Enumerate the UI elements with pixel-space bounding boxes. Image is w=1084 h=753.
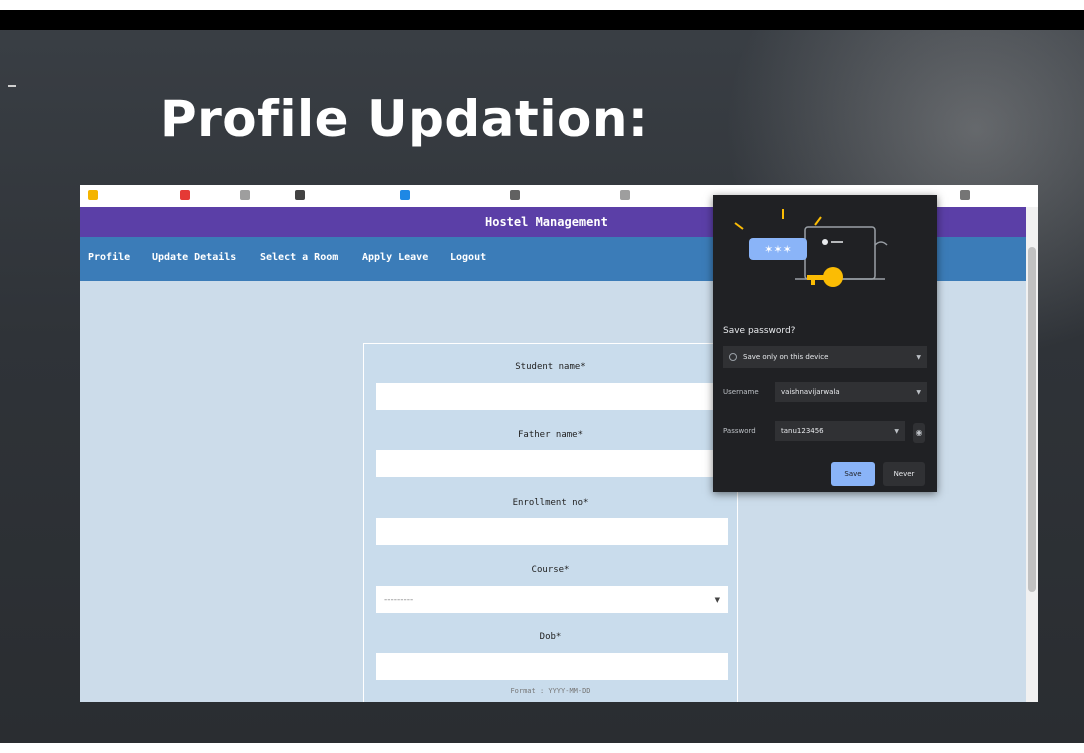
save-password-popup: ✶✶✶ Save password? Save only on this dev… — [713, 195, 937, 492]
username-label: Username — [723, 388, 759, 396]
never-button[interactable]: Never — [883, 462, 925, 486]
chevron-down-icon: ▼ — [894, 427, 899, 435]
dob-format-hint: Format : YYYY-MM-DD — [510, 687, 591, 695]
svg-text:✶✶✶: ✶✶✶ — [764, 243, 792, 256]
popup-title: Save password? — [723, 326, 796, 336]
nav-select-room[interactable]: Select a Room — [260, 252, 338, 263]
nav-update-details[interactable]: Update Details — [152, 252, 236, 263]
enrollment-no-input[interactable] — [376, 518, 728, 545]
course-select[interactable]: --------- ▼ — [376, 586, 728, 613]
profile-form: Student name* Father name* Enrollment no… — [363, 343, 738, 702]
dob-label: Dob* — [539, 632, 562, 642]
show-password-eye-icon[interactable]: ◉ — [913, 423, 925, 443]
password-field[interactable]: tanu123456 ▼ — [775, 421, 905, 441]
nav-profile[interactable]: Profile — [88, 252, 130, 263]
device-icon — [729, 353, 737, 361]
nav-logout[interactable]: Logout — [450, 252, 486, 263]
save-password-button[interactable]: Save — [831, 462, 875, 486]
chevron-down-icon: ▼ — [916, 388, 921, 396]
chevron-down-icon: ▼ — [714, 595, 720, 604]
enrollment-no-label: Enrollment no* — [512, 498, 589, 508]
chevron-down-icon: ▼ — [916, 353, 921, 361]
scrollbar-thumb[interactable] — [1028, 247, 1036, 592]
password-illustration-icon: ✶✶✶ — [734, 209, 888, 287]
course-selected-value: --------- — [384, 594, 414, 605]
username-value: vaishnavijarwala — [781, 388, 840, 396]
dob-input[interactable] — [376, 653, 728, 680]
slide-edge-mark — [8, 85, 16, 87]
father-name-input[interactable] — [376, 450, 728, 477]
page-scrollbar[interactable] — [1026, 207, 1038, 702]
bottom-strip — [0, 743, 1084, 753]
bookmark-icon[interactable] — [240, 190, 253, 200]
bookmark-icon[interactable] — [400, 190, 413, 200]
student-name-input[interactable] — [376, 383, 728, 410]
password-label: Password — [723, 427, 756, 435]
password-value: tanu123456 — [781, 427, 824, 435]
slide-top-bar — [0, 10, 1084, 30]
browser-screenshot: Hostel Management Profile Update Details… — [80, 185, 1038, 702]
course-label: Course* — [531, 565, 570, 575]
storage-option-dropdown[interactable]: Save only on this device ▼ — [723, 346, 927, 368]
father-name-label: Father name* — [517, 430, 584, 440]
bookmark-icon[interactable] — [510, 190, 523, 200]
slide-title: Profile Updation: — [160, 90, 649, 148]
bookmark-icon[interactable] — [960, 190, 973, 200]
nav-apply-leave[interactable]: Apply Leave — [362, 252, 428, 263]
bookmark-icon[interactable] — [295, 190, 308, 200]
bookmark-icon[interactable] — [180, 190, 193, 200]
app-title: Hostel Management — [485, 215, 608, 229]
storage-option-label: Save only on this device — [743, 353, 829, 361]
username-field[interactable]: vaishnavijarwala ▼ — [775, 382, 927, 402]
bookmark-icon[interactable] — [620, 190, 633, 200]
student-name-label: Student name* — [515, 362, 586, 372]
bookmark-icon[interactable] — [88, 190, 101, 200]
